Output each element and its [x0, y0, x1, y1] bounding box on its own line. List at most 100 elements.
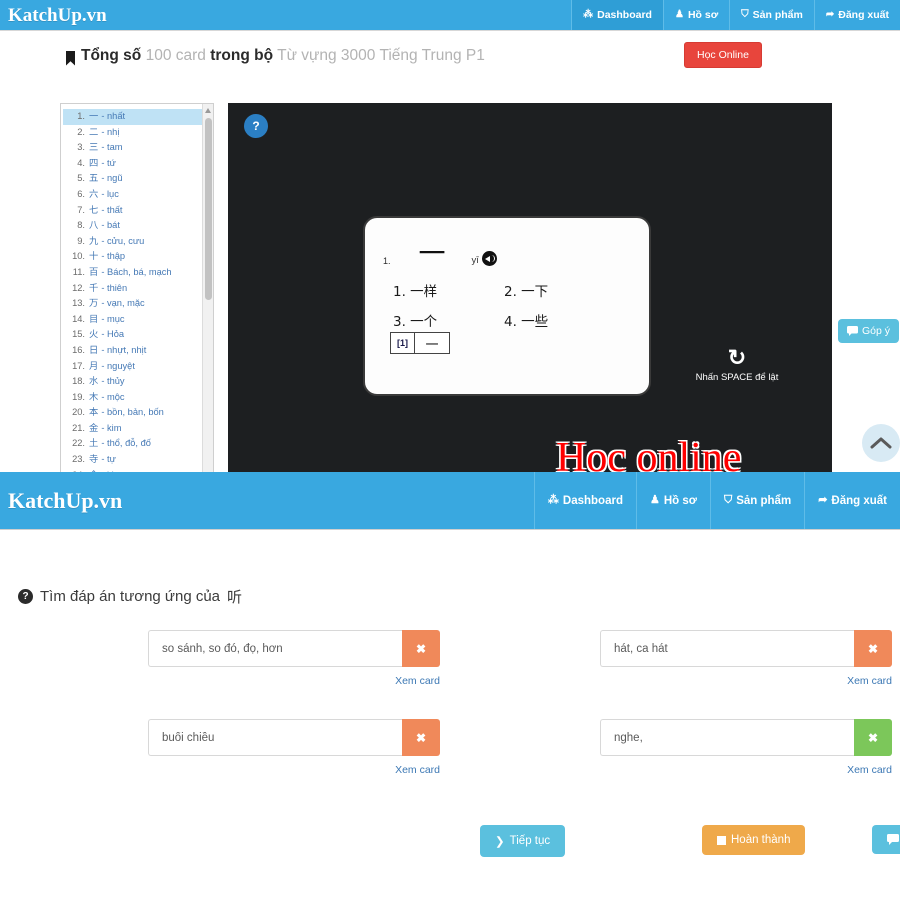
- card-list-item-hanzi: 三: [89, 142, 99, 153]
- nav-label-ho-so: Hồ sơ: [687, 9, 719, 21]
- card-list-item-meaning: - bát: [101, 220, 120, 231]
- hoc-online-button[interactable]: Học Online: [684, 42, 762, 68]
- xem-card-link-2[interactable]: Xem card: [600, 675, 892, 687]
- answer-input-3[interactable]: [148, 719, 402, 756]
- answer-mark-button-4[interactable]: ✖: [854, 719, 892, 756]
- card-list-item[interactable]: 9. 九 - cửu, cưu: [63, 234, 211, 250]
- help-icon[interactable]: ?: [244, 114, 268, 138]
- card-list-item[interactable]: 12. 千 - thiên: [63, 281, 211, 297]
- card-list-item[interactable]: 22. 土 - thổ, đỗ, đố: [63, 436, 211, 452]
- card-list-item[interactable]: 11. 百 - Bách, bá, mạch: [63, 265, 211, 281]
- flip-hint-label: Nhấn SPACE để lật: [695, 372, 779, 383]
- answer-option-4: ✖ Xem card: [600, 719, 892, 776]
- card-list-scrollbar[interactable]: [202, 104, 213, 499]
- card-list-item[interactable]: 13. 万 - vạn, mặc: [63, 296, 211, 312]
- card-list-item-number: 17.: [72, 360, 85, 371]
- flip-hint[interactable]: ↻ Nhấn SPACE để lật: [660, 347, 814, 384]
- nav-item-dashboard[interactable]: ⁂ Dashboard: [571, 0, 663, 30]
- scroll-up-arrow-icon[interactable]: [205, 108, 211, 113]
- nav-links-top: ⁂ Dashboard ♟ Hồ sơ ⛉ Sản phẩm ➦ Đăng xu…: [571, 0, 900, 30]
- nav-item-dang-xuat[interactable]: ➦ Đăng xuất: [813, 0, 900, 30]
- nav-item-san-pham[interactable]: ⛉ Sản phẩm: [729, 0, 814, 30]
- card-list-item-hanzi: 八: [89, 220, 99, 231]
- card-list-item-number: 8.: [77, 220, 85, 231]
- quiz-question: ? Tìm đáp án tương ứng của 听: [18, 586, 242, 607]
- question-mark-icon: ?: [18, 589, 33, 604]
- stroke-order-box: [1] 一: [390, 332, 450, 354]
- card-list-item[interactable]: 20. 本 - bồn, bản, bốn: [63, 405, 211, 421]
- quiz-question-target: 听: [227, 588, 243, 606]
- deck-title: Tổng số 100 card trong bộ Từ vựng 3000 T…: [81, 47, 485, 65]
- card-list-item-meaning: - thất: [101, 204, 123, 215]
- nav-item-ho-so-2[interactable]: ♟ Hồ sơ: [635, 472, 710, 529]
- card-list-item[interactable]: 15. 火 - Hỏa: [63, 327, 211, 343]
- stroke-glyph: 一: [425, 337, 439, 353]
- card-list-item[interactable]: 23. 寺 - tự: [63, 452, 211, 468]
- card-list-item[interactable]: 1. 一 - nhất: [63, 109, 211, 125]
- card-list-scroll-thumb[interactable]: [205, 118, 212, 300]
- nav-item-san-pham-2[interactable]: ⛉ Sản phẩm: [709, 472, 804, 529]
- flashcard-section: Tổng số 100 card trong bộ Từ vựng 3000 T…: [0, 31, 900, 538]
- xem-card-link-1[interactable]: Xem card: [148, 675, 440, 687]
- answer-input-1[interactable]: [148, 630, 402, 667]
- continue-button[interactable]: ❯ Tiếp tục: [480, 825, 566, 857]
- card-list-item[interactable]: 17. 月 - nguyệt: [63, 359, 211, 375]
- nav-item-dang-xuat-2[interactable]: ➦ Đăng xuất: [804, 472, 900, 529]
- card-list-item-hanzi: 本: [89, 407, 99, 418]
- card-list-item[interactable]: 21. 金 - kim: [63, 421, 211, 437]
- nav-label-dang-xuat: Đăng xuất: [838, 9, 889, 21]
- nav-item-ho-so[interactable]: ♟ Hồ sơ: [662, 0, 729, 30]
- feedback-tab-button[interactable]: Góp ý: [838, 319, 900, 343]
- comment-icon: [847, 326, 858, 336]
- scroll-to-top-button[interactable]: [862, 424, 900, 462]
- card-list[interactable]: 1. 一 - nhất 2. 二 - nhị 3. 三 - tam 4. 四 - tứ 5. 五 - ngũ…: [60, 103, 214, 500]
- card-list-item[interactable]: 10. 十 - thập: [63, 249, 211, 265]
- card-list-item[interactable]: 6. 六 - lục: [63, 187, 211, 203]
- card-list-item[interactable]: 5. 五 - ngũ: [63, 171, 211, 187]
- card-list-item[interactable]: 7. 七 - thất: [63, 203, 211, 219]
- nav-links-bottom: ⁂ Dashboard ♟ Hồ sơ ⛉ Sản phẩm ➦ Đăng xu…: [533, 472, 900, 529]
- answer-mark-button-3[interactable]: ✖: [402, 719, 440, 756]
- card-list-item[interactable]: 16. 日 - nhựt, nhịt: [63, 343, 211, 359]
- card-list-item[interactable]: 18. 水 - thủy: [63, 374, 211, 390]
- cart-icon: ⛉: [723, 494, 733, 506]
- answer-option-3: ✖ Xem card: [148, 719, 440, 776]
- card-list-item-hanzi: 百: [89, 266, 99, 277]
- card-list-item-number: 4.: [77, 157, 85, 168]
- card-list-item-number: 12.: [72, 282, 85, 293]
- card-list-item-number: 22.: [72, 438, 85, 449]
- card-list-item[interactable]: 8. 八 - bát: [63, 218, 211, 234]
- xem-card-link-4[interactable]: Xem card: [600, 764, 892, 776]
- answer-option-1: ✖ Xem card: [148, 630, 440, 687]
- card-list-item-meaning: - thập: [101, 251, 126, 262]
- answer-input-group-4: ✖: [600, 719, 892, 756]
- finish-button-label: Hoàn thành: [731, 834, 791, 846]
- card-list-item-hanzi: 九: [89, 235, 99, 246]
- continue-button-label: Tiếp tục: [509, 835, 551, 847]
- speaker-icon[interactable]: [481, 251, 497, 266]
- answer-mark-button-2[interactable]: ✖: [854, 630, 892, 667]
- finish-button[interactable]: Hoàn thành: [702, 825, 806, 855]
- flashcard-option-1: 1. 一样: [393, 284, 438, 300]
- card-list-item[interactable]: 4. 四 - tứ: [63, 156, 211, 172]
- xem-card-link-3[interactable]: Xem card: [148, 764, 440, 776]
- nav-label-dashboard: Dashboard: [597, 9, 652, 21]
- feedback-button-bottom[interactable]: [872, 825, 900, 854]
- answer-input-2[interactable]: [600, 630, 854, 667]
- answer-input-4[interactable]: [600, 719, 854, 756]
- nav-item-dashboard-2[interactable]: ⁂ Dashboard: [533, 472, 636, 529]
- card-list-item[interactable]: 3. 三 - tam: [63, 140, 211, 156]
- brand-logo-secondary[interactable]: KatchUp.vn: [0, 472, 122, 530]
- card-list-item[interactable]: 14. 目 - mục: [63, 312, 211, 328]
- card-list-item[interactable]: 2. 二 - nhị: [63, 125, 211, 141]
- brand-logo[interactable]: KatchUp.vn: [0, 0, 107, 31]
- card-list-item-number: 13.: [72, 298, 85, 309]
- nav-label-dang-xuat-2: Đăng xuất: [831, 494, 887, 507]
- logout-icon: ➦: [825, 9, 835, 20]
- card-list-item-meaning: - thủy: [101, 376, 125, 387]
- flashcard-index: 1.: [383, 256, 391, 266]
- card-list-item[interactable]: 19. 木 - mộc: [63, 390, 211, 406]
- card-list-item-hanzi: 千: [89, 282, 99, 293]
- flashcard[interactable]: 1. 一 yī 1. 一样 2. 一下 3. 一个 4. 一些 [1] 一: [363, 216, 651, 396]
- answer-mark-button-1[interactable]: ✖: [402, 630, 440, 667]
